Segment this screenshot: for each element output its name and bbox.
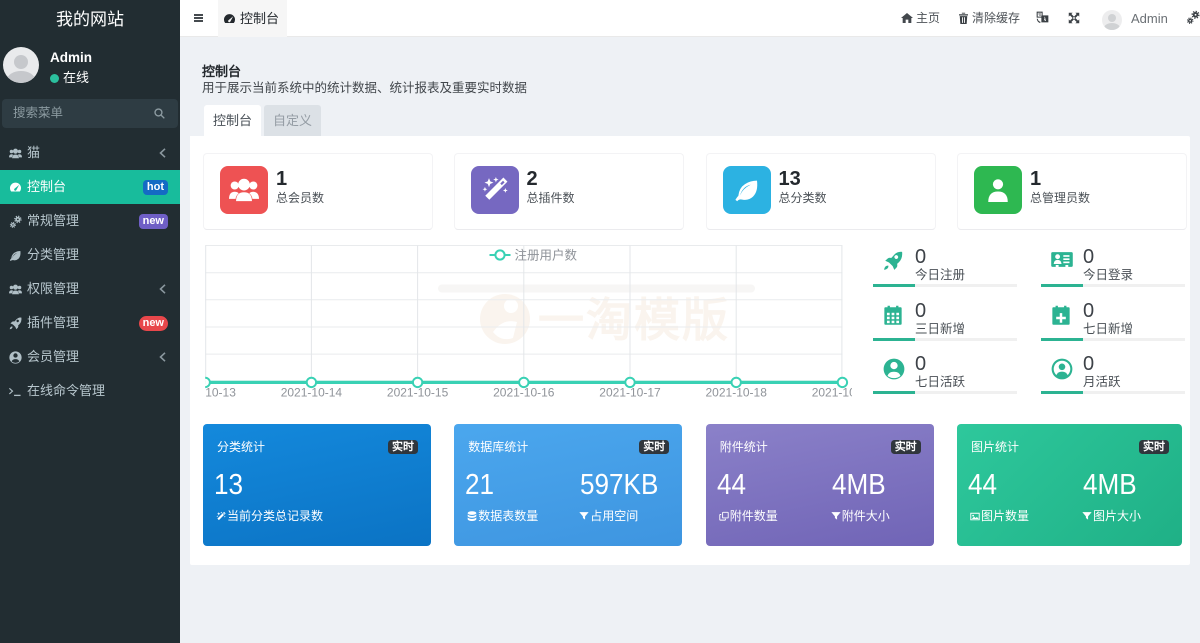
svg-text:2021-10-15: 2021-10-15 (387, 386, 449, 400)
svg-text:注册用户数: 注册用户数 (515, 248, 578, 263)
svg-text:2021-10-18: 2021-10-18 (706, 386, 768, 400)
svg-text:一淘模版: 一淘模版 (538, 294, 730, 346)
svg-text:2021-10-13: 2021-10-13 (190, 386, 236, 400)
svg-text:2021-10-17: 2021-10-17 (599, 386, 661, 400)
svg-text:2021-10-19: 2021-10-19 (812, 386, 857, 400)
svg-text:2021-10-16: 2021-10-16 (493, 386, 555, 400)
svg-text:2021-10-14: 2021-10-14 (281, 386, 343, 400)
